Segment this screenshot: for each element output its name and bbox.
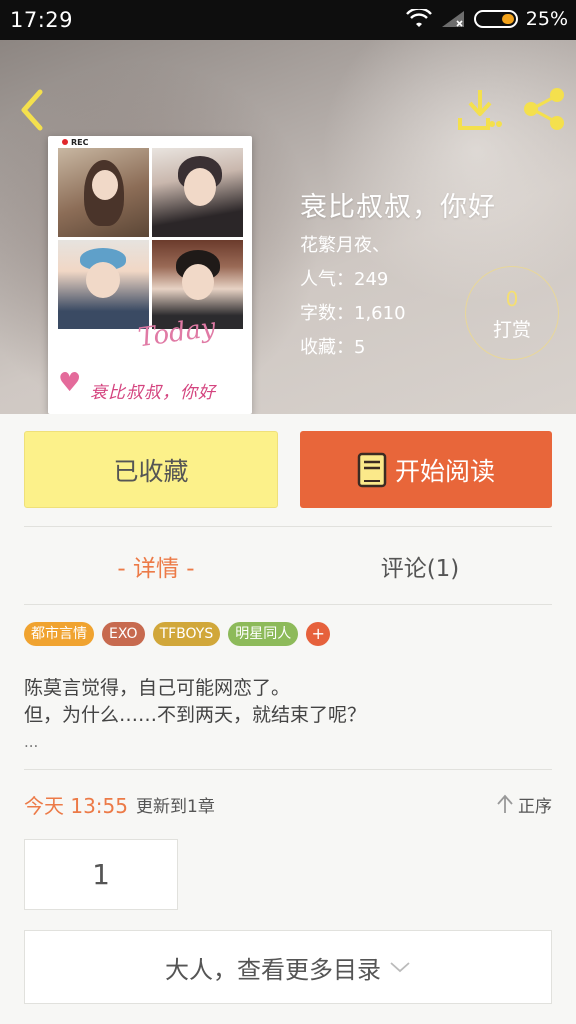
chapter-number: 1 <box>92 858 110 891</box>
divider <box>24 604 552 605</box>
cover-title-art: 衰比叔叔，你好 <box>90 383 216 403</box>
sort-order-button[interactable]: 正序 <box>496 792 552 817</box>
back-icon[interactable] <box>16 88 48 132</box>
battery-percent: 25% <box>525 8 568 30</box>
tag-celebrity-fanfic[interactable]: 明星同人 <box>228 622 299 646</box>
share-icon[interactable] <box>522 88 566 130</box>
book-author[interactable]: 花繁月夜、 <box>300 234 496 258</box>
arrow-up-icon <box>497 794 513 813</box>
divider <box>24 769 552 770</box>
tip-label: 打赏 <box>492 319 531 341</box>
update-text: 更新到1章 <box>136 796 215 817</box>
status-bar: 17:29 25% <box>0 0 576 40</box>
tag-exo[interactable]: EXO <box>102 622 145 646</box>
sort-order-label: 正序 <box>518 796 552 817</box>
tab-comments[interactable]: 评论(1) <box>288 528 552 604</box>
chevron-down-icon <box>390 962 410 973</box>
cover-photo-2 <box>152 148 243 237</box>
tag-list: 都市言情 EXO TFBOYS 明星同人 + <box>24 622 331 646</box>
book-title: 衰比叔叔，你好 <box>300 192 496 223</box>
status-icons: 25% <box>405 8 568 30</box>
start-reading-button[interactable]: 开始阅读 <box>300 431 552 508</box>
tip-button[interactable]: 0 打赏 <box>465 266 559 360</box>
favorite-button[interactable]: 已收藏 <box>24 431 278 508</box>
update-time: 今天 13:55 <box>24 793 128 818</box>
start-reading-label: 开始阅读 <box>394 456 495 486</box>
tag-urban-romance[interactable]: 都市言情 <box>24 622 94 646</box>
download-icon[interactable] <box>458 88 502 130</box>
tab-details[interactable]: - 详情 - <box>24 528 288 604</box>
description-line: 陈莫言觉得，自己可能网恋了。 <box>24 677 291 699</box>
detail-tabs: - 详情 - 评论(1) <box>24 528 552 604</box>
view-more-catalog-label: 大人，查看更多目录 <box>165 955 381 984</box>
update-info: 今天 13:55 更新到1章 正序 <box>24 790 552 818</box>
divider <box>24 526 552 527</box>
tip-count: 0 <box>505 287 519 311</box>
cover-photo-1 <box>58 148 149 237</box>
wifi-icon <box>405 9 432 27</box>
battery-icon <box>473 10 518 28</box>
status-time: 17:29 <box>10 8 74 32</box>
cover-rec-label: REC <box>62 138 89 147</box>
book-description[interactable]: 陈莫言觉得，自己可能网恋了。 但，为什么……不到两天，就结束了呢？ ... <box>24 675 552 756</box>
description-line: 但，为什么……不到两天，就结束了呢？ <box>24 704 367 726</box>
favorite-button-label: 已收藏 <box>113 456 189 486</box>
book-cover[interactable]: REC Today ♥ 衰比叔叔，你好 <box>48 136 252 414</box>
book-header: REC Today ♥ 衰比叔叔，你好 衰比叔叔，你好 花繁月夜、 人气：249… <box>0 40 576 414</box>
tag-tfboys[interactable]: TFBOYS <box>152 622 221 646</box>
signal-icon <box>441 11 464 27</box>
description-ellipsis: ... <box>24 733 39 751</box>
view-more-catalog-button[interactable]: 大人，查看更多目录 <box>24 930 552 1004</box>
book-icon <box>357 452 387 487</box>
heart-icon: ♥ <box>58 368 82 398</box>
add-tag-button[interactable]: + <box>306 622 331 646</box>
cover-photo-3 <box>58 240 149 329</box>
chapter-item[interactable]: 1 <box>24 839 178 910</box>
